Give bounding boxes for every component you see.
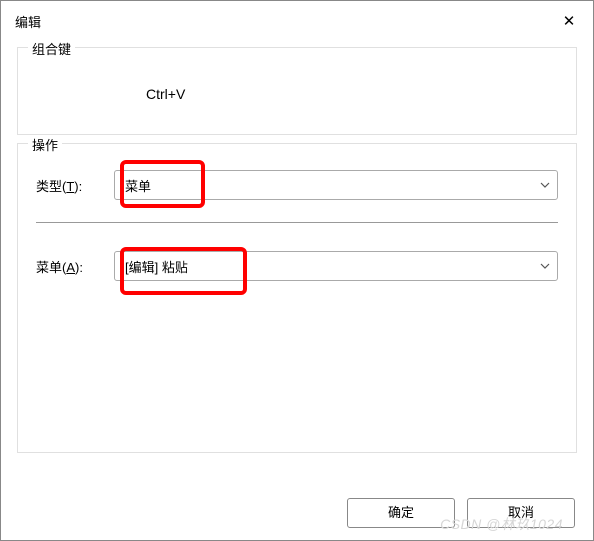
ok-button[interactable]: 确定 bbox=[347, 498, 455, 528]
shortcut-group: 组合键 Ctrl+V bbox=[17, 47, 577, 135]
menu-label: 菜单(A): bbox=[36, 257, 114, 276]
type-select-value: 菜单 bbox=[125, 176, 151, 195]
type-select-wrap: 菜单 bbox=[114, 170, 558, 200]
menu-select-value: [编辑] 粘贴 bbox=[125, 257, 188, 276]
titlebar: 编辑 ✕ bbox=[1, 1, 593, 39]
action-group: 操作 类型(T): 菜单 菜单(A): [编辑] 粘贴 bbox=[17, 143, 577, 453]
action-group-label: 操作 bbox=[28, 135, 62, 154]
dialog-content: 组合键 Ctrl+V 操作 类型(T): 菜单 菜单(A): [编辑] 粘贴 bbox=[1, 47, 593, 453]
window-title: 编辑 bbox=[15, 12, 41, 31]
menu-row: 菜单(A): [编辑] 粘贴 bbox=[36, 251, 558, 281]
menu-select-wrap: [编辑] 粘贴 bbox=[114, 251, 558, 281]
type-label: 类型(T): bbox=[36, 176, 114, 195]
dialog-footer: 确定 取消 bbox=[347, 498, 575, 528]
shortcut-value: Ctrl+V bbox=[146, 86, 558, 102]
type-select[interactable]: 菜单 bbox=[114, 170, 558, 200]
menu-select[interactable]: [编辑] 粘贴 bbox=[114, 251, 558, 281]
cancel-button[interactable]: 取消 bbox=[467, 498, 575, 528]
shortcut-group-label: 组合键 bbox=[28, 39, 75, 58]
type-row: 类型(T): 菜单 bbox=[36, 170, 558, 200]
close-icon[interactable]: ✕ bbox=[559, 12, 579, 30]
divider bbox=[36, 222, 558, 223]
